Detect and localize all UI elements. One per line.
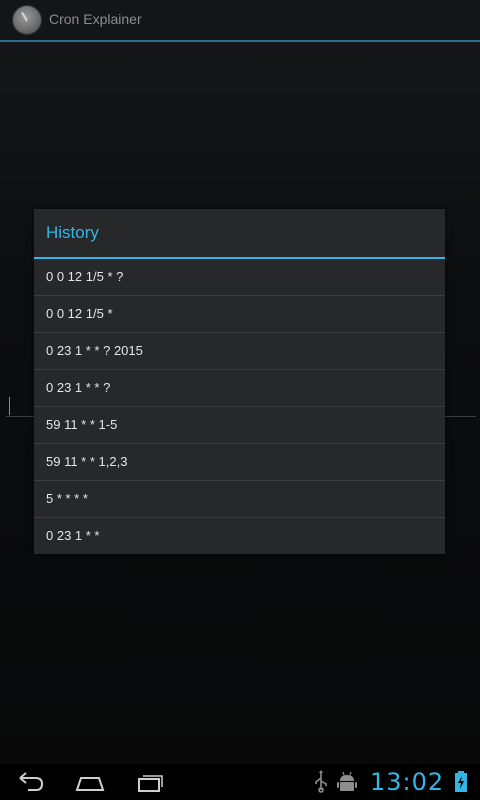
history-item[interactable]: 0 23 1 * * bbox=[34, 518, 445, 554]
cron-input-cursor bbox=[9, 397, 10, 415]
history-item-text: 0 23 1 * * ? 2015 bbox=[46, 343, 143, 358]
app-title: Cron Explainer bbox=[49, 11, 142, 27]
history-item-text: 5 * * * * bbox=[46, 491, 88, 506]
history-item[interactable]: 0 0 12 1/5 * bbox=[34, 296, 445, 333]
back-icon[interactable] bbox=[8, 768, 52, 796]
navigation-bar: 13:02 bbox=[0, 764, 480, 800]
recent-apps-icon[interactable] bbox=[128, 768, 172, 796]
history-item[interactable]: 0 23 1 * * ? 2015 bbox=[34, 333, 445, 370]
battery-charging-icon bbox=[454, 771, 468, 797]
screen: Cron Explainer History 0 0 12 1/5 * ? 0 … bbox=[0, 0, 480, 800]
history-item-text: 0 23 1 * * bbox=[46, 528, 100, 543]
status-clock: 13:02 bbox=[370, 768, 445, 796]
history-item[interactable]: 0 0 12 1/5 * ? bbox=[34, 259, 445, 296]
clock-hand bbox=[21, 11, 28, 22]
history-item-text: 59 11 * * 1-5 bbox=[46, 417, 118, 432]
home-icon[interactable] bbox=[68, 768, 112, 796]
history-item[interactable]: 59 11 * * 1,2,3 bbox=[34, 444, 445, 481]
android-debug-icon bbox=[336, 770, 358, 798]
action-bar: Cron Explainer bbox=[0, 0, 480, 40]
usb-icon bbox=[312, 770, 330, 798]
history-item-text: 0 0 12 1/5 * ? bbox=[46, 269, 124, 284]
history-list: 0 0 12 1/5 * ? 0 0 12 1/5 * 0 23 1 * * ?… bbox=[34, 259, 445, 554]
clock-icon[interactable] bbox=[12, 5, 42, 35]
action-bar-divider bbox=[0, 40, 480, 42]
dialog-header: History bbox=[34, 209, 445, 257]
history-item-text: 59 11 * * 1,2,3 bbox=[46, 454, 128, 469]
history-item[interactable]: 5 * * * * bbox=[34, 481, 445, 518]
dialog-title: History bbox=[46, 223, 99, 242]
history-item[interactable]: 59 11 * * 1-5 bbox=[34, 407, 445, 444]
history-item-text: 0 23 1 * * ? bbox=[46, 380, 111, 395]
history-dialog: History 0 0 12 1/5 * ? 0 0 12 1/5 * 0 23… bbox=[34, 209, 445, 554]
history-item[interactable]: 0 23 1 * * ? bbox=[34, 370, 445, 407]
history-item-text: 0 0 12 1/5 * bbox=[46, 306, 113, 321]
